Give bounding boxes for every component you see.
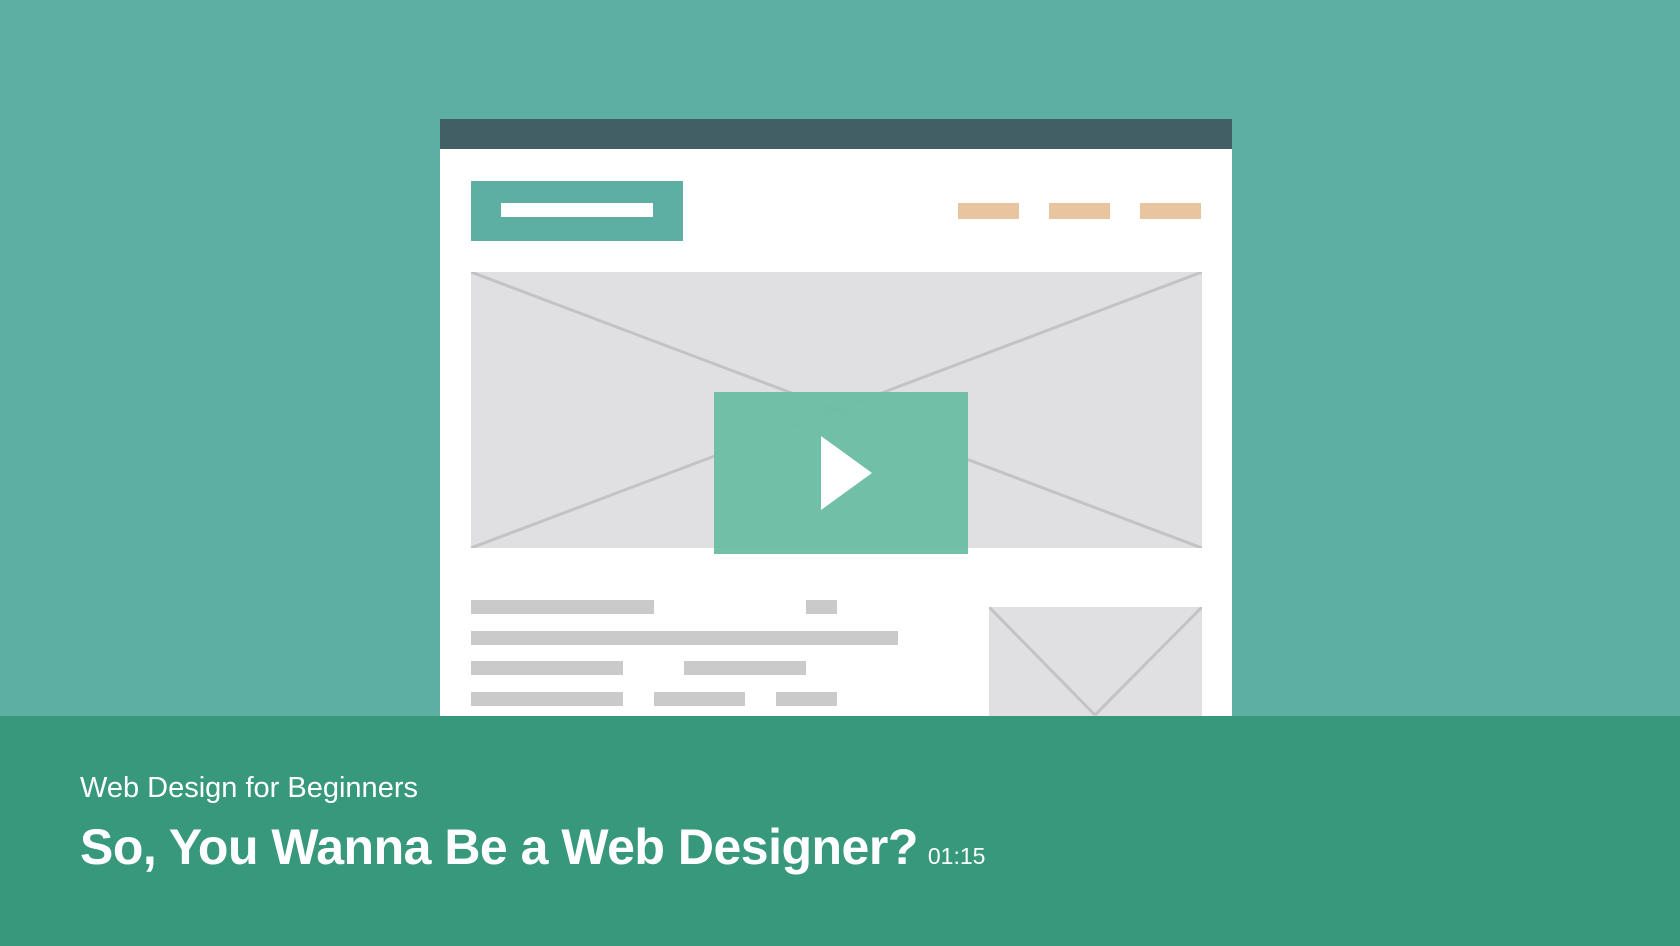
- wireframe-text-line: [471, 692, 623, 706]
- wireframe-text-line: [654, 692, 745, 706]
- wireframe-text-line: [471, 631, 898, 645]
- play-button[interactable]: [714, 392, 968, 554]
- wireframe-side-image-placeholder: [989, 607, 1202, 716]
- video-thumbnail[interactable]: Web Design for Beginners So, You Wanna B…: [0, 0, 1680, 946]
- video-title-row: So, You Wanna Be a Web Designer? 01:15: [80, 818, 985, 876]
- wireframe-nav-item: [1140, 203, 1201, 219]
- video-info-band: Web Design for Beginners So, You Wanna B…: [0, 716, 1680, 946]
- wireframe-browser-bar: [440, 119, 1232, 149]
- play-icon: [821, 436, 872, 510]
- wireframe-nav-item: [1049, 203, 1110, 219]
- wireframe-text-line: [684, 661, 806, 675]
- wireframe-logo-line: [501, 203, 653, 217]
- video-duration: 01:15: [927, 843, 986, 869]
- wireframe-text-line: [776, 692, 837, 706]
- wireframe-text-line: [806, 600, 837, 614]
- course-name: Web Design for Beginners: [80, 772, 418, 804]
- wireframe-text-line: [471, 661, 623, 675]
- wireframe-logo-block: [471, 181, 683, 241]
- wireframe-nav-item: [958, 203, 1019, 219]
- wireframe-text-line: [471, 600, 654, 614]
- image-placeholder-icon: [989, 607, 1202, 716]
- video-title: So, You Wanna Be a Web Designer?: [80, 819, 918, 875]
